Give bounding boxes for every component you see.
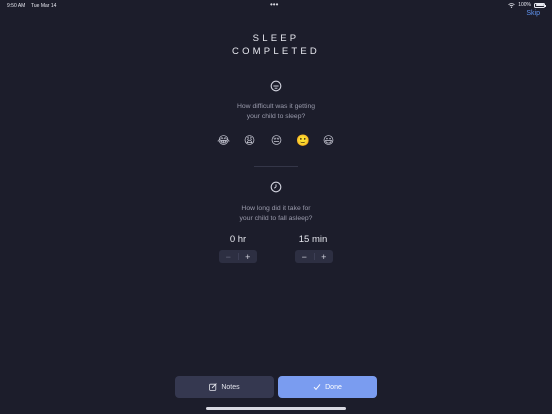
multitasking-dots-icon[interactable]: ••• bbox=[270, 0, 278, 9]
hours-value: 0 hr bbox=[229, 234, 247, 245]
title-line-1: SLEEP bbox=[252, 33, 300, 44]
difficulty-option-slight-smile[interactable]: 🙂 bbox=[296, 134, 310, 147]
page-title: SLEEP COMPLETED bbox=[0, 32, 552, 58]
notes-button[interactable]: Notes bbox=[175, 376, 274, 398]
wifi-icon bbox=[508, 2, 515, 8]
home-indicator[interactable] bbox=[206, 407, 346, 410]
checkmark-icon bbox=[313, 384, 321, 391]
done-label: Done bbox=[325, 383, 342, 391]
status-right: 100% bbox=[508, 2, 546, 8]
difficulty-question-line-2: your child to sleep? bbox=[246, 113, 306, 120]
difficulty-option-grin[interactable]: 😃 bbox=[322, 134, 335, 147]
notes-label: Notes bbox=[221, 383, 240, 391]
title-line-2: COMPLETED bbox=[232, 46, 320, 57]
status-date: Tue Mar 14 bbox=[31, 3, 57, 9]
section-divider bbox=[254, 166, 298, 167]
sleep-completed-screen: 9:50 AM Tue Mar 14 ••• 100% Skip SLEEP C… bbox=[0, 0, 552, 414]
battery-percent: 100% bbox=[518, 2, 531, 8]
minutes-decrement-button[interactable]: − bbox=[295, 250, 314, 263]
hours-increment-button[interactable]: + bbox=[239, 250, 258, 263]
hours-stepper: − + bbox=[219, 250, 257, 263]
status-time: 9:50 AM bbox=[7, 3, 26, 9]
clock-icon bbox=[270, 181, 282, 193]
minutes-increment-button[interactable]: + bbox=[315, 250, 334, 263]
hours-decrement-button[interactable]: − bbox=[219, 250, 238, 263]
difficulty-option-weary[interactable]: 😩 bbox=[243, 134, 256, 147]
difficulty-question-line-1: How difficult was it getting bbox=[236, 103, 316, 110]
difficulty-option-pensive[interactable]: 😔 bbox=[270, 134, 283, 147]
edit-note-icon bbox=[209, 383, 218, 391]
duration-question-line-1: How long did it take for bbox=[241, 205, 311, 212]
battery-level bbox=[535, 4, 544, 6]
duration-question-line-2: your child to fall asleep? bbox=[239, 215, 313, 222]
status-bar: 9:50 AM Tue Mar 14 ••• 100% bbox=[0, 0, 552, 10]
skip-button[interactable]: Skip bbox=[526, 10, 540, 17]
duration-question: How long did it take for your child to f… bbox=[0, 204, 552, 224]
minutes-stepper: − + bbox=[295, 250, 333, 263]
sleeping-face-icon bbox=[270, 80, 282, 92]
difficulty-options: 😂 😩 😔 🙂 😃 bbox=[0, 134, 552, 150]
battery-icon bbox=[534, 2, 546, 8]
minutes-value: 15 min bbox=[298, 234, 328, 245]
difficulty-option-tears-of-joy[interactable]: 😂 bbox=[217, 134, 230, 147]
done-button[interactable]: Done bbox=[278, 376, 377, 398]
difficulty-question: How difficult was it getting your child … bbox=[0, 102, 552, 122]
